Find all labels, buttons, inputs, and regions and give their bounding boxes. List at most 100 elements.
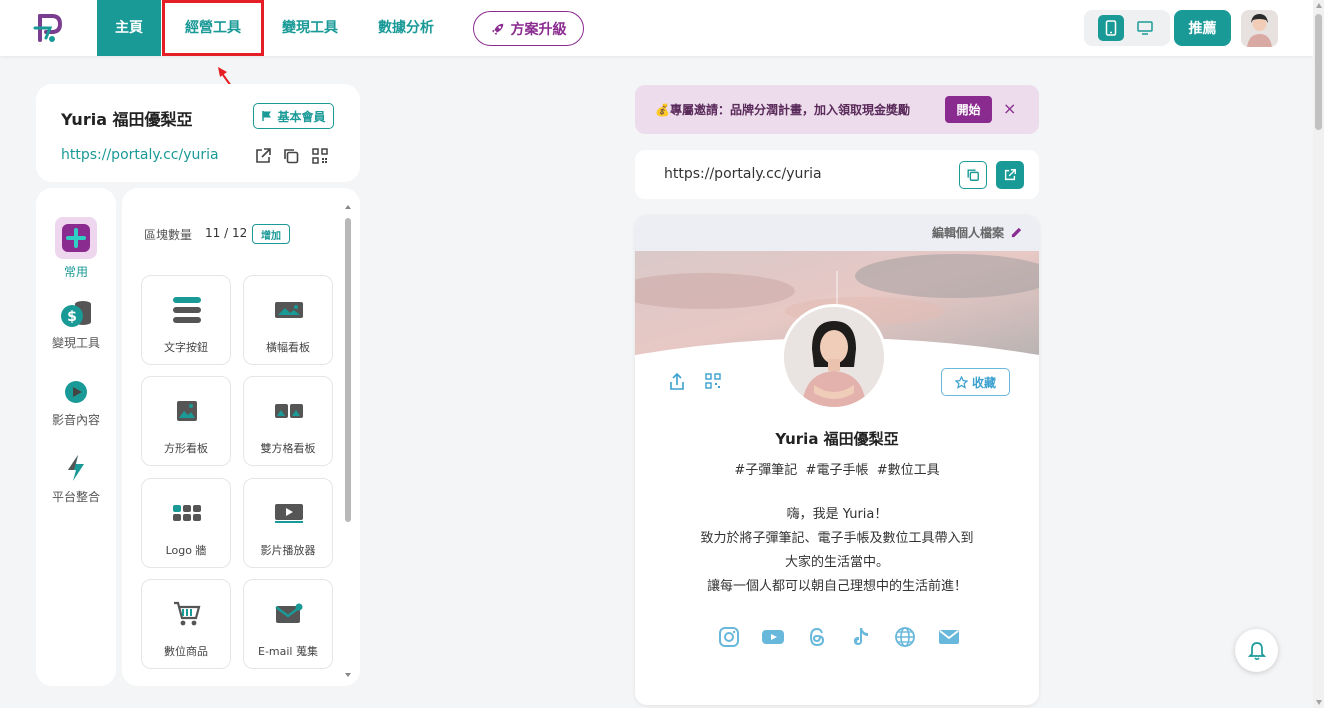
member-level-badge[interactable]: 基本會員 [253,103,334,129]
nav-tab-home[interactable]: 主頁 [97,0,161,56]
block-tile-logo-wall[interactable]: Logo 牆 [141,478,231,568]
preview-profile-name: Yuria 福田優梨亞 [775,430,899,448]
mail-icon [271,596,307,632]
block-tile-label: 橫幅看板 [266,341,310,354]
money-stack-icon: $ [55,298,97,330]
star-icon [954,375,968,389]
block-tile-video-player[interactable]: 影片播放器 [243,478,333,568]
scroll-up-icon[interactable] [344,204,352,210]
block-panel-scrollbar[interactable] [344,204,352,678]
bio-line: 讓每一個人都可以朝自己理想中的生活前進！ [706,579,967,594]
globe-icon[interactable] [893,625,917,649]
notification-bell-button[interactable] [1235,629,1278,672]
plus-icon [55,217,97,259]
threads-icon[interactable] [805,625,829,649]
tiktok-icon[interactable] [849,625,873,649]
block-tile-label: 影片播放器 [260,544,316,557]
block-tile-label: Logo 牆 [165,544,207,557]
page-scroll-thumb[interactable] [1315,14,1322,130]
upgrade-plan-button[interactable]: 方案升級 [473,11,584,46]
block-tile-label: 雙方格看板 [260,442,316,455]
rail-item-label: 常用 [63,265,88,279]
instagram-icon[interactable] [717,625,741,649]
device-preview-toggle [1084,10,1170,46]
top-navigation-bar: 主頁 經營工具 變現工具 數據分析 方案升級 推薦 [0,0,1313,56]
nav-tab-monetize[interactable]: 變現工具 [270,0,350,56]
block-tile-banner[interactable]: 橫幅看板 [243,275,333,365]
preview-hashtags: #子彈筆記 #電子手帳 #數位工具 [734,463,940,478]
block-tile-text-button[interactable]: 文字按鈕 [141,275,231,365]
desktop-preview-button[interactable] [1132,15,1158,41]
block-tile-digital-product[interactable]: 數位商品 [141,579,231,669]
rocket-icon [491,23,503,35]
qr-code-icon[interactable] [311,147,329,165]
user-avatar[interactable] [1241,10,1278,47]
rail-item-label: 影音內容 [51,413,100,427]
cart-icon [169,596,205,632]
block-panel-scroll-thumb[interactable] [345,218,351,522]
play-icon [55,377,97,407]
mobile-preview-button[interactable] [1098,15,1124,41]
upgrade-plan-label: 方案升級 [510,21,567,38]
email-icon[interactable] [937,625,961,649]
favorite-button[interactable]: 收藏 [941,368,1010,396]
rail-item-label: 平台整合 [51,490,100,504]
page-scroll-up-icon[interactable] [1316,3,1322,8]
open-url-button[interactable] [996,161,1024,189]
profile-url-link[interactable]: https://portaly.cc/yuria [61,147,219,163]
recommend-button[interactable]: 推薦 [1174,10,1231,46]
rail-item-monetize[interactable]: $ 變現工具 [36,298,116,351]
edit-profile-label: 編輯個人檔案 [931,226,1004,240]
desktop-icon [1137,21,1153,35]
member-level-label: 基本會員 [277,109,326,124]
block-category-rail: 常用 $ 變現工具 影音內容 平台整合 [36,188,116,686]
profile-name: Yuria 福田優梨亞 [61,110,193,129]
external-link-icon [1004,169,1016,181]
block-count-label: 區塊數量 [144,228,193,242]
profile-preview-card: 編輯個人檔案 收藏 Yuria 福田優梨亞 #子彈筆記 #電子手帳 #數位工具 … [635,215,1039,705]
bell-icon [1247,641,1266,660]
external-link-icon[interactable] [254,147,272,165]
public-url-bar: https://portaly.cc/yuria [635,150,1039,199]
copy-url-button[interactable] [959,161,987,189]
brand-partner-invite-banner: 💰專屬邀請：品牌分潤計畫，加入領取現金獎勵 開始 × [635,85,1039,134]
block-tile-label: 數位商品 [164,645,208,658]
public-url-text: https://portaly.cc/yuria [664,166,822,182]
bio-line: 致力於將子彈筆記、電子手帳及數位工具帶入到 [700,531,974,546]
block-tile-email-collect[interactable]: E-mail 蒐集 [243,579,333,669]
social-links [717,625,961,649]
copy-icon [967,169,979,181]
edit-profile-link[interactable]: 編輯個人檔案 [932,224,1023,241]
portrait-photo-icon [784,307,884,407]
square-image-icon [169,393,205,429]
portaly-logo-icon[interactable] [32,12,62,44]
page-scroll-down-icon[interactable] [1316,700,1322,705]
text-button-icon [169,292,205,328]
close-icon[interactable]: × [1003,99,1016,118]
double-square-icon [271,393,307,429]
block-tile-square-board[interactable]: 方形看板 [141,376,231,466]
lightning-icon [55,452,97,484]
invite-start-button[interactable]: 開始 [945,96,992,123]
logo-wall-icon [169,495,205,531]
nav-tab-operations[interactable]: 經營工具 [162,0,264,56]
rail-item-common[interactable]: 常用 [36,217,116,280]
svg-text:$: $ [67,309,77,325]
add-block-capacity-button[interactable]: 增加 [252,224,290,244]
nav-tab-analytics[interactable]: 數據分析 [366,0,446,56]
page-scrollbar[interactable] [1313,0,1324,708]
youtube-icon[interactable] [761,625,785,649]
rail-item-media[interactable]: 影音內容 [36,377,116,428]
rail-item-integration[interactable]: 平台整合 [36,452,116,505]
block-tile-double-square[interactable]: 雙方格看板 [243,376,333,466]
share-icon[interactable] [669,373,685,391]
video-player-icon [271,495,307,531]
preview-header: 編輯個人檔案 [635,215,1039,251]
flag-icon [262,111,272,121]
copy-icon[interactable] [282,147,300,165]
bio-line: 大家的生活當中。 [784,555,889,570]
preview-bio: 嗨，我是 Yuria！ 致力於將子彈筆記、電子手帳及數位工具帶入到 大家的生活當… [635,503,1039,599]
scroll-down-icon[interactable] [344,672,352,678]
qr-code-icon[interactable] [705,373,721,389]
bio-line: 嗨，我是 Yuria！ [786,507,888,522]
